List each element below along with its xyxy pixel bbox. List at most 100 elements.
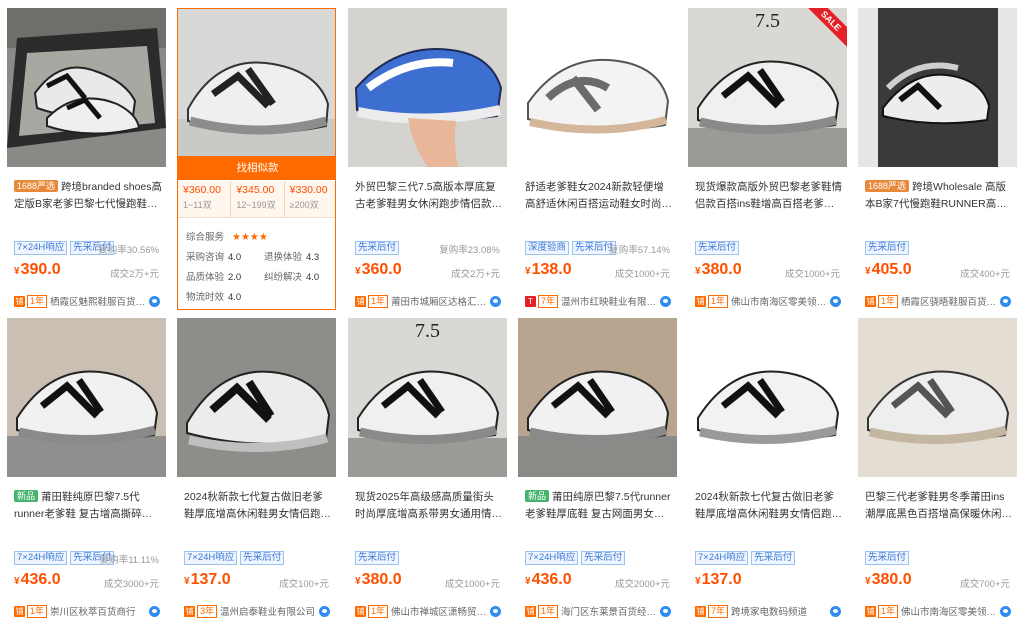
product-title[interactable]: 新品莆田纯原巴黎7.5代runner老爹鞋厚底鞋 复古网面男女增高运动鞋 (525, 489, 673, 523)
shop-name[interactable]: 崇川区秋萃百货商行 (50, 604, 146, 618)
product-title[interactable]: 舒适老爹鞋女2024新款轻便增高舒适休闲百搭运动鞋女时尚网红潮款 (525, 179, 673, 213)
product-image[interactable] (858, 8, 1017, 167)
product-title[interactable]: 1688严选跨境Wholesale 高版本B家7代慢跑鞋RUNNER高定版老爹7… (865, 179, 1013, 213)
price-tier: ¥360.00 1~11双 (178, 181, 232, 217)
shop-info[interactable]: 铺 1年 佛山市南海区零美领衔… (865, 604, 1011, 618)
product-card[interactable]: 1688严选跨境branded shoes高定版B家老爹巴黎七代慢跑鞋RUNNE… (7, 8, 166, 311)
product-card[interactable]: 7.5 SALE 现货爆款高版外贸巴黎老爹鞋情侣款百搭ins鞋增高百搭老爹运动鞋… (688, 8, 847, 311)
chat-icon[interactable] (1000, 295, 1011, 307)
shop-name[interactable]: 栖霞区魅熙鞋服百货商行 (50, 294, 146, 308)
price-tier: ¥330.00 ≥200双 (289, 184, 328, 210)
product-image[interactable] (178, 9, 335, 168)
service-tags: 7×24H响应 先采后付 (695, 551, 796, 565)
product-image[interactable] (688, 318, 847, 477)
product-card[interactable]: 2024秋新款七代复古做旧老爹鞋厚底增高休闲鞋男女情侣跑步运动鞋 7×24H响应… (177, 318, 336, 621)
tag: 7×24H响应 (14, 241, 68, 255)
product-title[interactable]: 外贸巴黎三代7.5高版本厚底复古老爹鞋男女休闲跑步情侣款运动鞋 (355, 179, 503, 213)
product-title[interactable]: 巴黎三代老爹鞋男冬季莆田ins潮厚底黑色百搭增高保暖休闲男女鞋 (865, 489, 1013, 523)
service-tags: 先采后付 (355, 551, 400, 565)
tag: 先采后付 (240, 551, 285, 565)
shop-info[interactable]: 铺 3年 温州启泰鞋业有限公司 (184, 604, 330, 618)
shop-info[interactable]: T 7年 温州市红映鞋业有限公司 (525, 294, 671, 308)
product-title[interactable]: 2024秋新款七代复古做旧老爹鞋厚底增高休闲鞋男女情侣跑步运动鞋 (695, 489, 843, 523)
chat-icon[interactable] (830, 295, 841, 307)
shop-info[interactable]: 铺 1年 佛山市南海区零美领衔… (695, 294, 841, 308)
price-tier: ¥345.00 12~199双 (231, 181, 285, 217)
shop-icon: 铺 (14, 605, 25, 617)
shop-info[interactable]: 铺 1年 佛山市禅城区潇畅贸易… (355, 604, 501, 618)
product-title[interactable]: 1688严选跨境branded shoes高定版B家老爹巴黎七代慢跑鞋RUNNE… (14, 179, 162, 213)
chat-icon[interactable] (149, 605, 160, 617)
shop-icon: 铺 (355, 605, 366, 617)
shop-name[interactable]: 跨境家电数码频道 (731, 604, 827, 618)
chat-icon[interactable] (660, 605, 671, 617)
shop-icon: 铺 (14, 295, 25, 307)
service-tags: 7×24H响应 先采后付 (184, 551, 285, 565)
chat-icon[interactable] (319, 605, 330, 617)
shop-name[interactable]: 佛山市禅城区潇畅贸易… (391, 604, 487, 618)
product-card[interactable]: 2024秋新款七代复古做旧老爹鞋厚底增高休闲鞋男女情侣跑步运动鞋 7×24H响应… (688, 318, 847, 621)
chat-icon[interactable] (660, 295, 671, 307)
product-image[interactable] (518, 318, 677, 477)
product-image[interactable] (348, 8, 507, 167)
shop-years: 1年 (27, 294, 48, 308)
product-card[interactable]: 7.5 现货2025年高级感高质量街头时尚厚底增高系带男女通用情侣鞋运动 先采后… (348, 318, 507, 621)
deal-volume: 成交2万+元 (110, 269, 159, 280)
shop-years: 1年 (878, 604, 899, 618)
deal-volume: 成交1000+元 (444, 579, 500, 590)
tag: 7×24H响应 (695, 551, 749, 565)
badge-1688: 1688严选 (865, 180, 910, 192)
shop-name[interactable]: 莆田市城厢区达格汇鞋厂 (391, 294, 487, 308)
deal-volume: 成交2000+元 (614, 579, 670, 590)
chat-icon[interactable] (490, 605, 501, 617)
tag: 先采后付 (355, 241, 400, 255)
badge-new: 新品 (14, 490, 39, 502)
product-title[interactable]: 2024秋新款七代复古做旧老爹鞋厚底增高休闲鞋男女情侣跑步运动鞋 (184, 489, 332, 523)
shop-info[interactable]: 铺 1年 海门区东莱景百货经营部 (525, 604, 671, 618)
tag: 7×24H响应 (525, 551, 579, 565)
chat-icon[interactable] (830, 605, 841, 617)
shop-name[interactable]: 海门区东莱景百货经营部 (561, 604, 657, 618)
product-image[interactable] (7, 318, 166, 477)
product-card[interactable]: 1688严选跨境Wholesale 高版本B家7代慢跑鞋RUNNER高定版老爹7… (858, 8, 1017, 311)
product-image[interactable]: 7.5 SALE (688, 8, 847, 167)
shop-name[interactable]: 温州启泰鞋业有限公司 (220, 604, 316, 618)
shop-info[interactable]: 铺 7年 跨境家电数码频道 (695, 604, 841, 618)
product-card[interactable]: 外贸巴黎三代7.5高版本厚底复古老爹鞋男女休闲跑步情侣款运动鞋 先采后付 复购率… (348, 8, 507, 311)
price-tiers: ¥360.00 1~11双 ¥345.00 12~199双 ¥330.00 ≥200双 (178, 181, 335, 218)
product-image[interactable] (858, 318, 1017, 477)
product-title[interactable]: 新品莆田鞋纯原巴黎7.5代runner老爹鞋 复古增高撕碎感透气男女运动鞋 (14, 489, 162, 523)
product-image[interactable] (7, 8, 166, 167)
product-image[interactable]: 7.5 (348, 318, 507, 477)
chat-icon[interactable] (490, 295, 501, 307)
shop-name[interactable]: 佛山市南海区零美领衔… (731, 294, 827, 308)
deal-volume: 成交400+元 (960, 269, 1010, 280)
product-card[interactable]: 舒适老爹鞋女2024新款轻便增高舒适休闲百搭运动鞋女时尚网红潮款 深度验商 先采… (518, 8, 677, 311)
price: ¥436.0 (525, 571, 572, 588)
shop-name[interactable]: 温州市红映鞋业有限公司 (561, 294, 657, 308)
shop-info[interactable]: 铺 1年 莆田市城厢区达格汇鞋厂 (355, 294, 501, 308)
product-title[interactable]: 现货爆款高版外贸巴黎老爹鞋情侣款百搭ins鞋增高百搭老爹运动鞋 (695, 179, 843, 213)
tag: 先采后付 (865, 241, 910, 255)
chat-icon[interactable] (149, 295, 160, 307)
tag: 7×24H响应 (184, 551, 238, 565)
product-image[interactable] (518, 8, 677, 167)
chat-icon[interactable] (1000, 605, 1011, 617)
badge-1688: 1688严选 (14, 180, 59, 192)
product-card[interactable]: 巴黎三代老爹鞋男冬季莆田ins潮厚底黑色百搭增高保暖休闲男女鞋 先采后付 ¥38… (858, 318, 1017, 621)
shop-info[interactable]: 铺 1年 栖霞区魅熙鞋服百货商行 (14, 294, 160, 308)
shop-info[interactable]: 铺 1年 崇川区秋萃百货商行 (14, 604, 160, 618)
product-card-hovered[interactable]: 找相似款 ¥360.00 1~11双 ¥345.00 12~199双 ¥330.00… (177, 8, 336, 310)
shop-years: 1年 (878, 294, 899, 308)
product-card[interactable]: 新品莆田鞋纯原巴黎7.5代runner老爹鞋 复古增高撕碎感透气男女运动鞋 7×… (7, 318, 166, 621)
shop-info[interactable]: 铺 1年 栖霞区骁晤鞋服百货商行 (865, 294, 1011, 308)
service-tags: 先采后付 (355, 241, 400, 255)
product-card[interactable]: 新品莆田纯原巴黎7.5代runner老爹鞋厚底鞋 复古网面男女增高运动鞋 7×2… (518, 318, 677, 621)
product-image[interactable] (177, 318, 336, 477)
shop-name[interactable]: 佛山市南海区零美领衔… (901, 604, 997, 618)
service-tags: 先采后付 (865, 241, 910, 255)
shop-name[interactable]: 栖霞区骁晤鞋服百货商行 (901, 294, 997, 308)
product-title[interactable]: 现货2025年高级感高质量街头时尚厚底增高系带男女通用情侣鞋运动 (355, 489, 503, 523)
find-similar-button[interactable]: 找相似款 (178, 156, 335, 180)
service-tags: 先采后付 (865, 551, 910, 565)
